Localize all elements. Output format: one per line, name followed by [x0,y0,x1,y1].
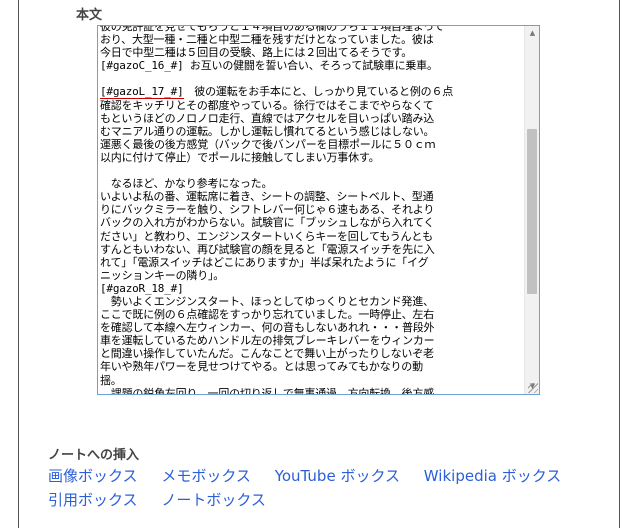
line-text: 勢いよくエンジンスタート、ほっとしてゆっくりとセカンド発進、 [100,294,434,308]
line-text: りにバックミラーを触り、シフトレバー何じゃ６速もある、それより [100,203,435,217]
text-line: バックの入れ方がわからない。試験官に「ブッシュしながら入れてく [100,216,520,229]
line-text: もというほどのノロノロ走行、直線ではアクセルを目いっぱい踏み込 [100,111,435,125]
line-text: 年いや熟年パワーを見せつけてやる。とは思ってみてもかなりの動 [100,360,423,374]
text-line: 今日で中型二種は５回目の受験、路上には２回出てるそうです。 [100,46,520,59]
text-line: 確認をキッチリとその都度やっている。徐行ではそこまでやらなくて [100,99,520,112]
body-textarea[interactable]: 彼の免許証を見せてもらうと１４項目のある欄のうち１１項目埋まって おり、大型一種・… [97,25,540,395]
line-text: バックの入れ方がわからない。試験官に「ブッシュしながら入れてく [100,216,435,230]
text-line: ​ [100,164,520,177]
text-line: 以内に付けて停止）でポールに接触してしまい万事休す。 [100,151,520,164]
textarea-scrollbar[interactable]: ▲ ▼ [524,26,539,394]
image-tag: [#gazoR_18_#] [100,281,184,295]
line-text: 以内に付けて停止）でポールに接触してしまい万事休す。 [100,150,380,164]
text-line: [#gazoR_18_#]​ [100,281,520,295]
resize-grip-icon[interactable] [528,383,538,393]
line-text: ニッションキーの隣り」。 [100,268,225,282]
scroll-up-arrow-icon[interactable]: ▲ [525,26,539,41]
line-text: おり、大型一種・二種と中型二種を残すだけとなっていました。彼は [100,33,434,47]
line-text: すんともいわない、再び試験官の顔を見ると「電源スイッチを先に入 [100,242,435,256]
line-text: 今日で中型二種は５回目の受験、路上には２回出てるそうです。 [100,46,413,60]
line-text: いよいよ私の番、運転席に着き、シートの調整、シートベルト、型通 [100,190,434,204]
line-text: 揺。 [100,373,122,387]
text-line: ここで既に例の６点確認をすっかり忘れていました。一時停止、左右 [100,308,520,321]
line-text: お互いの健闘を誓い合い、そろって試験車に乗車。 [183,59,438,73]
line-text: ここで既に例の６点確認をすっかり忘れていました。一時停止、左右 [100,308,435,322]
image-tag: [#gazoL_17_#] [100,85,184,99]
line-text: むマニアル通りの運転。しかし運転し慣れてるという感じはしない。 [100,124,435,138]
text-line: 揺。 [100,374,520,387]
text-line: おり、大型一種・二種と中型二種を残すだけとなっていました。彼は [100,33,520,46]
line-text: れて」「電源スイッチはどこにありますか」半ば呆れたように「イグ [100,255,429,269]
image-tag: [#gazoC_16_#] [100,59,184,73]
line-text: と間違い操作していたんだ。こんなことで舞い上がったりしないぞ老 [100,347,434,361]
text-line: すんともいわない、再び試験官の顔を見ると「電源スイッチを先に入 [100,243,520,256]
text-line: 運悪く最後の後方感覚（バックで後バンパーを目標ポールに５０ｃｍ [100,138,520,151]
line-text: ださい」と教わり、エンジンスタートいくらキーを回してもうんとも [100,229,433,243]
text-line: 課題の鋭角左回り、一回の切り返しで無事通過、方向転換、後方感 [100,386,520,395]
text-line: ださい」と教わり、エンジンスタートいくらキーを回してもうんとも [100,230,520,243]
text-line: ニッションキーの隣り」。 [100,269,520,282]
text-line: いよいよ私の番、運転席に着き、シートの調整、シートベルト、型通 [100,190,520,203]
line-text: を確認して本線へ左ウィンカー、何の音もしないあれれ・・・普段外 [100,321,435,335]
body-text[interactable]: 彼の免許証を見せてもらうと１４項目のある欄のうち１１項目埋まって おり、大型一種・… [100,25,520,395]
text-line: ​ [100,72,520,85]
text-line: もというほどのノロノロ走行、直線ではアクセルを目いっぱい踏み込 [100,112,520,125]
scroll-thumb[interactable] [527,129,537,294]
line-text: 車を運転しているためハンドル左の排気ブレーキレバーをウィンカー [100,334,435,348]
insert-links-row-1: 画像ボックス メモボックス YouTube ボックス Wikipedia ボック… [48,465,580,486]
text-line: [#gazoC_16_#] お互いの健闘を誓い合い、そろって試験車に乗車。 [100,59,520,73]
insert-links-row-2: 引用ボックス ノートボックス [48,489,285,510]
insert-section-title: ノートへの挿入 [48,448,140,463]
line-text: 彼の運転をお手本にと、しっかり見ていると例の６点 [183,85,454,99]
line-text: 運悪く最後の後方感覚（バックで後バンパーを目標ポールに５０ｃｍ [100,137,436,151]
text-line: を確認して本線へ左ウィンカー、何の音もしないあれれ・・・普段外 [100,321,520,334]
text-line: 車を運転しているためハンドル左の排気ブレーキレバーをウィンカー [100,334,520,347]
text-line: 年いや熟年パワーを見せつけてやる。とは思ってみてもかなりの動 [100,360,520,373]
text-line: [#gazoL_17_#] 彼の運転をお手本にと、しっかり見ていると例の６点 [100,85,520,99]
line-text: 課題の鋭角左回り、一回の切り返しで無事通過、方向転換、後方感 [100,386,435,395]
text-line: なるほど、かなり参考になった。 [100,177,520,190]
line-text: なるほど、かなり参考になった。 [100,177,273,191]
wikipedia-box-link[interactable]: Wikipedia ボックス [424,467,561,485]
image-box-link[interactable]: 画像ボックス [48,467,138,485]
quote-box-link[interactable]: 引用ボックス [48,491,138,509]
youtube-box-link[interactable]: YouTube ボックス [275,467,400,485]
body-label: 本文 [76,8,103,23]
text-line: りにバックミラーを触り、シフトレバー何じゃ６速もある、それより [100,203,520,216]
line-text: 彼の免許証を見せてもらうと１４項目のある欄のうち１１項目埋まって [100,25,445,33]
text-line: れて」「電源スイッチはどこにありますか」半ば呆れたように「イグ [100,256,520,269]
text-line: と間違い操作していたんだ。こんなことで舞い上がったりしないぞ老 [100,347,520,360]
text-line: 彼の免許証を見せてもらうと１４項目のある欄のうち１１項目埋まって [100,25,520,33]
memo-box-link[interactable]: メモボックス [161,467,251,485]
text-line: 勢いよくエンジンスタート、ほっとしてゆっくりとセカンド発進、 [100,295,520,308]
note-box-link[interactable]: ノートボックス [161,491,266,509]
text-line: むマニアル通りの運転。しかし運転し慣れてるという感じはしない。 [100,125,520,138]
line-text: 確認をキッチリとその都度やっている。徐行ではそこまでやらなくて [100,98,434,112]
